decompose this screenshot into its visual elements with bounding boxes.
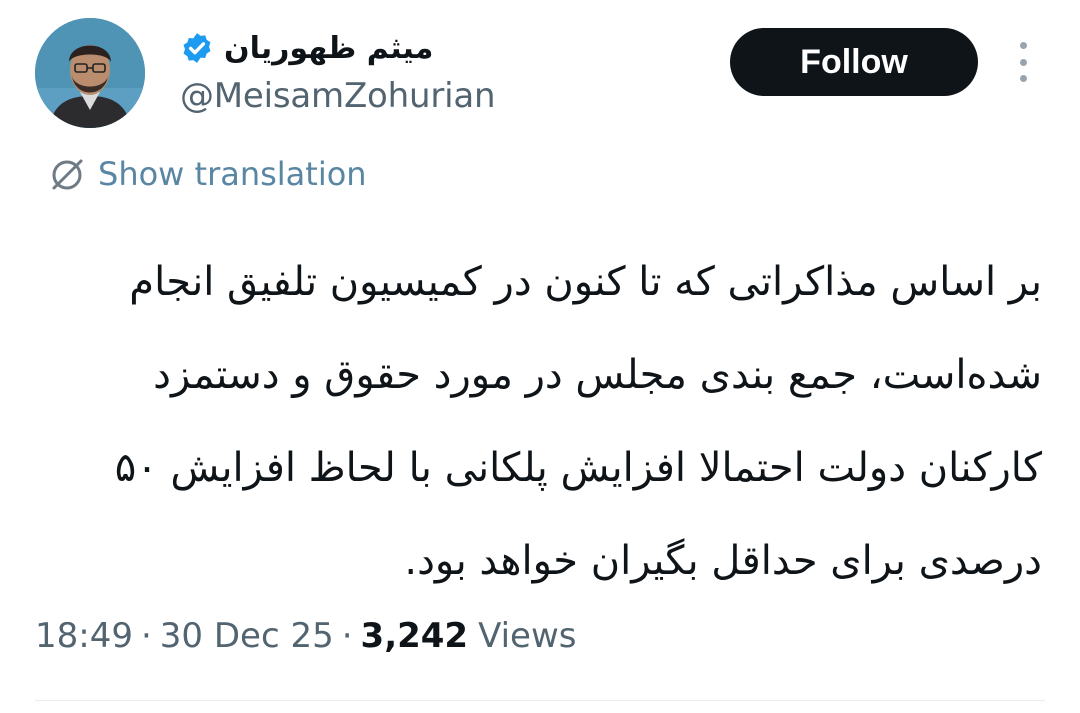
tweet-date[interactable]: 30 Dec 25	[160, 616, 334, 656]
globe-icon	[52, 159, 83, 190]
divider	[35, 700, 1045, 701]
translation-label: Show translation	[98, 155, 367, 193]
views-count[interactable]: 3,242	[361, 616, 469, 656]
tweet-text: بر اساس مذاکراتی که تا کنون در کمیسیون ت…	[42, 236, 1042, 608]
name-row: میثم ظهوریان	[180, 22, 560, 74]
views-label: Views	[478, 616, 577, 656]
tweet-text-line: درصدی برای حداقل بگیران خواهد بود.	[404, 538, 1042, 584]
more-dot	[1019, 42, 1027, 49]
meta-separator: ·	[140, 616, 152, 656]
tweet-text-line: شده‌است، جمع بندی مجلس در مورد حقوق و دس…	[153, 352, 1042, 398]
follow-button[interactable]: Follow	[730, 28, 978, 96]
author-block[interactable]: میثم ظهوریان @MeisamZohurian	[180, 22, 560, 117]
more-vertical-icon[interactable]	[1008, 42, 1038, 82]
more-dot	[1019, 58, 1027, 66]
more-dot	[1019, 75, 1027, 82]
tweet-text-line: کارکنان دولت احتمالا افزایش پلکانی با لح…	[114, 445, 1042, 491]
avatar-image	[35, 18, 145, 128]
tweet-card: میثم ظهوریان @MeisamZohurian Follow Show…	[0, 0, 1080, 713]
tweet-meta: 18:49 · 30 Dec 25 · 3,242 Views	[35, 616, 577, 656]
verified-badge-icon	[183, 33, 211, 63]
meta-separator: ·	[341, 616, 353, 656]
tweet-text-line: بر اساس مذاکراتی که تا کنون در کمیسیون ت…	[129, 259, 1042, 305]
show-translation-link[interactable]: Show translation	[48, 155, 367, 193]
display-name[interactable]: میثم ظهوریان	[224, 31, 433, 66]
user-handle[interactable]: @MeisamZohurian	[180, 76, 560, 116]
avatar[interactable]	[35, 18, 145, 128]
tweet-time[interactable]: 18:49	[35, 616, 133, 656]
